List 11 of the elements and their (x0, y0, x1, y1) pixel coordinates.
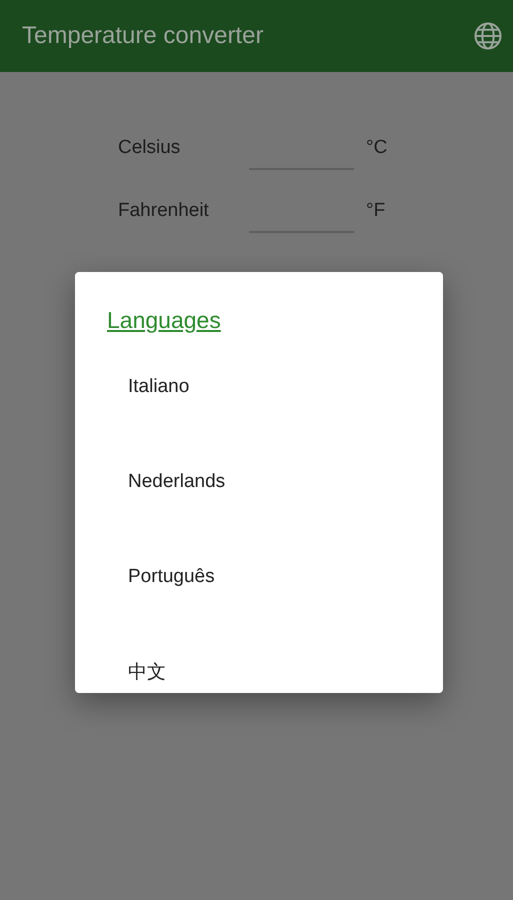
globe-icon (473, 21, 503, 51)
unit-symbol: °F (366, 200, 386, 222)
unit-label: Celsius (118, 136, 182, 158)
language-option[interactable]: Italiano (128, 376, 190, 398)
language-option[interactable]: 中文 (128, 658, 166, 684)
dialog-title: Languages (106, 306, 222, 335)
unit-label: Fahrenheit (118, 200, 210, 222)
unit-symbol: °C (366, 136, 388, 158)
language-option[interactable]: Nederlands (128, 470, 226, 492)
app-title: Temperature converter (22, 22, 264, 50)
language-option[interactable]: Português (128, 566, 215, 588)
